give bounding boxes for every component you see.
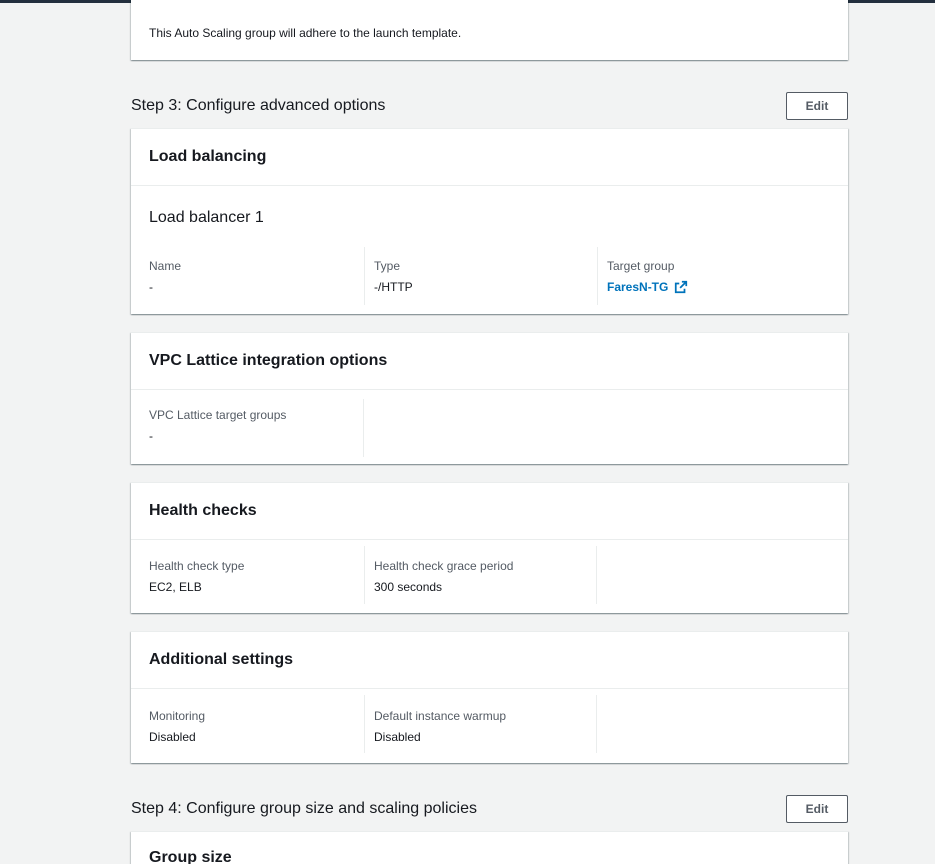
load-balancing-panel: Load balancing Load balancer 1 Name - Ty… [131,128,848,314]
additional-settings-fields: Monitoring Disabled Default instance war… [131,695,848,753]
health-check-type-label: Health check type [149,559,245,573]
monitoring-value: Disabled [149,730,196,744]
lb-target-group-label: Target group [607,259,675,273]
vpc-lattice-header: VPC Lattice integration options [131,333,848,390]
vpc-lattice-panel: VPC Lattice integration options VPC Latt… [131,332,848,464]
step3-title: Step 3: Configure advanced options [131,97,386,114]
external-link-icon [675,280,688,294]
lb-name-field: Name - [131,247,364,305]
health-checks-panel: Health checks Health check type EC2, ELB… [131,482,848,613]
vpc-lattice-title: VPC Lattice integration options [149,352,388,369]
lb-target-group-field: Target group FaresN-TG [597,247,830,305]
load-balancing-title: Load balancing [149,148,267,165]
lb-type-value: -/HTTP [374,280,413,294]
load-balancing-header: Load balancing [131,129,848,186]
health-checks-fields: Health check type EC2, ELB Health check … [131,546,848,604]
vpc-lattice-target-groups-value: - [149,429,153,443]
monitoring-label: Monitoring [149,709,206,723]
step3-header: Step 3: Configure advanced options Edit [131,92,848,120]
health-check-grace-value: 300 seconds [374,580,443,594]
additional-settings-title: Additional settings [149,651,293,668]
vpc-lattice-fields: VPC Lattice target groups - [131,399,848,457]
monitoring-field: Monitoring Disabled [131,695,364,753]
lb-type-field: Type -/HTTP [364,247,597,305]
health-checks-header: Health checks [131,483,848,540]
launch-template-note: This Auto Scaling group will adhere to t… [149,26,462,40]
health-check-grace-field: Health check grace period 300 seconds [364,546,597,604]
default-instance-warmup-value: Disabled [374,730,421,744]
step2-launch-template-panel: This Auto Scaling group will adhere to t… [131,0,848,60]
additional-settings-header: Additional settings [131,632,848,689]
additional-settings-panel: Additional settings Monitoring Disabled … [131,631,848,763]
health-checks-title: Health checks [149,502,257,519]
step4-title: Step 4: Configure group size and scaling… [131,800,477,817]
step4-header: Step 4: Configure group size and scaling… [131,795,848,823]
default-instance-warmup-field: Default instance warmup Disabled [364,695,597,753]
lb-name-label: Name [149,259,182,273]
target-group-link[interactable]: FaresN-TG [607,279,688,295]
step4-edit-button[interactable]: Edit [786,795,848,823]
default-instance-warmup-label: Default instance warmup [374,709,507,723]
group-size-title: Group size [149,849,232,864]
vpc-lattice-target-groups-field: VPC Lattice target groups - [131,399,364,457]
target-group-link-text: FaresN-TG [607,280,669,294]
load-balancer-fields: Name - Type -/HTTP Target group FaresN-T… [131,247,848,305]
health-check-type-field: Health check type EC2, ELB [131,546,364,604]
load-balancer-1-title: Load balancer 1 [149,209,264,226]
group-size-panel: Group size [131,831,848,864]
lb-name-value: - [149,280,153,294]
step3-edit-button[interactable]: Edit [786,92,848,120]
vpc-lattice-target-groups-label: VPC Lattice target groups [149,408,287,422]
health-check-grace-label: Health check grace period [374,559,514,573]
lb-type-label: Type [374,259,401,273]
health-check-type-value: EC2, ELB [149,580,202,594]
